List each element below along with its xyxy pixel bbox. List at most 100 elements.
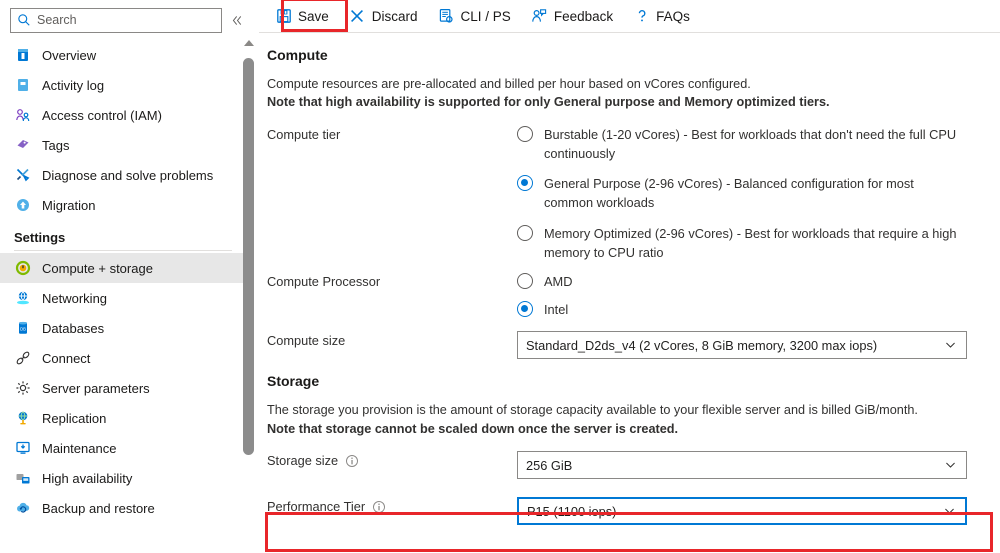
scroll-up-arrow-icon[interactable]: [244, 40, 254, 46]
storage-desc-line1: The storage you provision is the amount …: [267, 403, 918, 418]
compute-size-field: Compute size Standard_D2ds_v4 (2 vCores,…: [267, 331, 1000, 360]
sidebar-item-networking[interactable]: Networking: [0, 283, 246, 313]
settings-content: Compute Compute resources are pre-alloca…: [259, 33, 1000, 526]
storage-desc-line2: Note that storage cannot be scaled down …: [267, 421, 679, 436]
sidebar-item-compute-storage[interactable]: Compute + storage: [0, 253, 246, 283]
sidebar-item-high-availability[interactable]: High availability: [0, 463, 246, 493]
cli-script-icon: [438, 8, 455, 25]
diagnose-icon: [14, 167, 31, 184]
search-input[interactable]: [37, 13, 215, 27]
performance-tier-label: Performance Tier: [267, 499, 366, 515]
sidebar-item-maintenance[interactable]: Maintenance: [0, 433, 246, 463]
sidebar-item-backup-restore[interactable]: Backup and restore: [0, 493, 246, 523]
info-icon[interactable]: [372, 500, 386, 514]
discard-button[interactable]: Discard: [345, 3, 427, 30]
maintenance-icon: [14, 440, 31, 457]
info-icon[interactable]: [345, 454, 359, 468]
storage-size-control: 256 GiB: [517, 451, 1000, 480]
save-disk-icon: [275, 8, 292, 25]
radio-label: Memory Optimized (2-96 vCores) - Best fo…: [544, 225, 957, 260]
chevron-double-left-icon[interactable]: [224, 7, 250, 33]
sidebar-item-databases[interactable]: DB Databases: [0, 313, 246, 343]
sidebar-item-label: Migration: [42, 197, 96, 213]
radio-label: General Purpose (2-96 vCores) - Balanced…: [544, 176, 914, 211]
radio-memory-optimized[interactable]: Memory Optimized (2-96 vCores) - Best fo…: [517, 224, 1000, 262]
compute-desc-line2: Note that high availability is supported…: [267, 95, 830, 110]
performance-tier-label-wrap: Performance Tier: [267, 497, 517, 514]
performance-tier-control: P15 (1100 iops): [517, 497, 1000, 526]
sidebar-item-server-parameters[interactable]: Server parameters: [0, 373, 246, 403]
radio-circle-icon: [517, 224, 533, 241]
save-button[interactable]: Save: [271, 3, 338, 30]
compute-tier-label: Compute tier: [267, 126, 341, 142]
radio-label: AMD: [544, 273, 573, 289]
compute-desc-line1: Compute resources are pre-allocated and …: [267, 77, 751, 91]
performance-tier-dropdown[interactable]: P15 (1100 iops): [517, 497, 967, 526]
sidebar-item-overview[interactable]: Overview: [0, 40, 246, 70]
storage-section-title: Storage: [267, 373, 320, 390]
storage-size-label: Storage size: [267, 453, 339, 469]
sidebar-item-connect[interactable]: Connect: [0, 343, 246, 373]
search-icon: [17, 13, 31, 27]
access-control-icon: [14, 107, 31, 124]
sidebar-item-diagnose[interactable]: Diagnose and solve problems: [0, 160, 246, 190]
resource-nav-list: Overview Activity log Access control (IA…: [0, 40, 258, 523]
close-x-icon: [349, 8, 366, 25]
toolbar-button-label: Discard: [371, 8, 418, 24]
sidebar-item-label: Connect: [42, 350, 91, 366]
migration-icon: [14, 197, 31, 214]
compute-storage-icon: [14, 260, 31, 277]
performance-tier-field: Performance Tier P15 (1100 iops): [267, 497, 1000, 526]
radio-burstable[interactable]: Burstable (1-20 vCores) - Best for workl…: [517, 125, 1000, 163]
radio-circle-selected-icon: [517, 175, 533, 192]
sidebar-scrollbar[interactable]: [242, 40, 256, 510]
sidebar-item-label: Maintenance: [42, 440, 117, 456]
compute-tier-radiogroup: Burstable (1-20 vCores) - Best for workl…: [517, 125, 1000, 262]
sidebar-item-tags[interactable]: Tags: [0, 130, 246, 160]
toolbar-button-label: FAQs: [656, 8, 690, 24]
radio-label: Burstable (1-20 vCores) - Best for workl…: [544, 126, 957, 161]
sidebar-item-label: Overview: [42, 47, 97, 63]
server-parameters-icon: [14, 380, 31, 397]
azure-portal-blade: Overview Activity log: [0, 0, 1000, 553]
feedback-button[interactable]: Feedback: [527, 3, 622, 30]
compute-tier-field: Compute tier Burstable (1-20 vCores) - B…: [267, 125, 1000, 262]
radio-label: Intel: [544, 302, 569, 318]
compute-size-dropdown[interactable]: Standard_D2ds_v4 (2 vCores, 8 GiB memory…: [517, 331, 967, 360]
sidebar-item-label: Access control (IAM): [42, 107, 162, 123]
radio-circle-icon: [517, 272, 533, 289]
compute-section-title: Compute: [267, 47, 328, 63]
radio-intel[interactable]: Intel: [517, 300, 1000, 319]
storage-size-dropdown[interactable]: 256 GiB: [517, 451, 967, 480]
sidebar-group-settings: Settings: [14, 230, 66, 245]
radio-amd[interactable]: AMD: [517, 272, 1000, 291]
tags-icon: [14, 137, 31, 154]
sidebar-item-label: High availability: [42, 470, 133, 486]
sidebar-item-access-control[interactable]: Access control (IAM): [0, 100, 246, 130]
databases-icon: DB: [14, 320, 31, 337]
radio-general-purpose[interactable]: General Purpose (2-96 vCores) - Balanced…: [517, 174, 1000, 212]
high-availability-icon: [14, 470, 31, 487]
search-box[interactable]: [10, 7, 222, 33]
toolbar-button-label: CLI / PS: [460, 8, 511, 24]
compute-description: Compute resources are pre-allocated and …: [267, 75, 1000, 112]
sidebar-item-label: Diagnose and solve problems: [42, 167, 214, 183]
storage-size-value: 256 GiB: [526, 457, 573, 473]
faqs-button[interactable]: FAQs: [629, 3, 699, 30]
sidebar-item-label: Backup and restore: [42, 500, 155, 516]
feedback-person-icon: [531, 8, 548, 25]
networking-icon: [14, 290, 31, 307]
overview-icon: [14, 47, 31, 64]
svg-text:DB: DB: [20, 327, 26, 332]
scrollbar-thumb[interactable]: [243, 58, 254, 455]
sidebar-item-activity-log[interactable]: Activity log: [0, 70, 246, 100]
sidebar-item-label: Compute + storage: [42, 260, 153, 276]
compute-size-value: Standard_D2ds_v4 (2 vCores, 8 GiB memory…: [526, 337, 878, 353]
sidebar-item-label: Activity log: [42, 77, 105, 93]
sidebar-item-migration[interactable]: Migration: [0, 190, 246, 220]
blade-main: Save Discard CLI / PS Feedback FAQs Comp…: [258, 0, 1000, 553]
chevron-down-icon: [943, 505, 956, 518]
cli-ps-button[interactable]: CLI / PS: [434, 3, 520, 30]
sidebar-item-replication[interactable]: Replication: [0, 403, 246, 433]
performance-tier-value: P15 (1100 iops): [527, 503, 617, 519]
